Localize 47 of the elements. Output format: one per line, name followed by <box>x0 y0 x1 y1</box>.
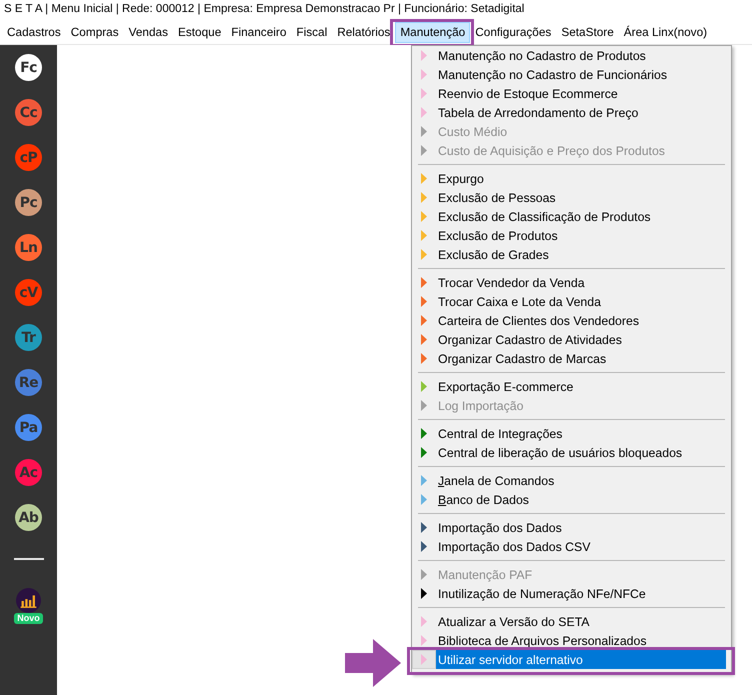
menu-option[interactable]: Importação dos Dados CSV <box>436 537 726 556</box>
menu-option[interactable]: Trocar Vendedor da Venda <box>436 273 726 292</box>
menu-item[interactable]: Área Linx(novo) <box>618 22 712 43</box>
menu-option[interactable]: Exclusão de Grades <box>436 245 726 264</box>
menu-option[interactable]: Janela de Comandos <box>436 471 726 490</box>
menu-item[interactable]: SetaStore <box>556 22 619 43</box>
menu-option[interactable]: Banco de Dados <box>436 490 726 509</box>
menu-option[interactable]: Exclusão de Produtos <box>436 226 726 245</box>
menu-option[interactable]: Manutenção no Cadastro de Funcionários <box>436 65 726 84</box>
module-shortcut[interactable]: Tr <box>15 324 42 351</box>
menu-option[interactable]: Expurgo <box>436 169 726 188</box>
menu-option[interactable]: Atualizar a Versão do SETA <box>436 612 726 631</box>
menu-option[interactable]: Reenvio de Estoque Ecommerce <box>436 84 726 103</box>
menu-item[interactable]: Estoque <box>173 22 226 43</box>
module-shortcut[interactable]: Ln <box>15 234 42 261</box>
menu-item[interactable]: Financeiro <box>226 22 292 43</box>
menu-option[interactable]: Exportação E-commerce <box>436 377 726 396</box>
menu-option[interactable]: Inutilização de Numeração NFe/NFCe <box>436 584 726 603</box>
menu-item[interactable]: Relatórios <box>332 22 396 43</box>
menu-option[interactable]: Tabela de Arredondamento de Preço <box>436 103 726 122</box>
menu-option[interactable]: Organizar Cadastro de Atividades <box>436 330 726 349</box>
module-shortcut[interactable]: Pa <box>15 414 42 441</box>
menu-option[interactable]: Biblioteca de Arquivos Personalizados <box>436 631 726 650</box>
menu-option[interactable]: Exclusão de Classificação de Produtos <box>436 207 726 226</box>
menu-option[interactable]: Importação dos Dados <box>436 518 726 537</box>
menu-option[interactable]: Organizar Cadastro de Marcas <box>436 349 726 368</box>
chart-logo-icon[interactable] <box>16 588 41 613</box>
menu-item[interactable]: Manutenção <box>395 22 470 43</box>
menu-option[interactable]: Manutenção no Cadastro de Produtos <box>436 46 726 65</box>
module-shortcut[interactable]: Fc <box>15 54 42 81</box>
menu-option[interactable]: Utilizar servidor alternativo <box>436 650 726 669</box>
module-shortcut[interactable]: Ab <box>15 504 42 531</box>
window-title: S E T A | Menu Inicial | Rede: 000012 | Empresa: Empresa Demonstracao Pr | Funcionário: Setadigital <box>3 2 524 15</box>
module-shortcut[interactable]: Pc <box>15 189 42 216</box>
menu-option[interactable]: Central de Integrações <box>436 424 726 443</box>
menu-item[interactable]: Vendas <box>124 22 173 43</box>
menu-option[interactable]: Carteira de Clientes dos Vendedores <box>436 311 726 330</box>
menu-option[interactable]: Exclusão de Pessoas <box>436 188 726 207</box>
menu-item[interactable]: Fiscal <box>291 22 332 43</box>
menu-option[interactable]: Trocar Caixa e Lote da Venda <box>436 292 726 311</box>
pointer-arrow <box>345 639 401 687</box>
new-badge: Novo <box>14 613 43 624</box>
menu-item[interactable]: Cadastros <box>2 22 66 43</box>
menu-option[interactable]: Central de liberação de usuários bloqueados <box>436 443 726 462</box>
menu-item[interactable]: Compras <box>66 22 124 43</box>
module-shortcut[interactable]: Cc <box>15 99 42 126</box>
menu-item[interactable]: Configurações <box>470 22 556 43</box>
